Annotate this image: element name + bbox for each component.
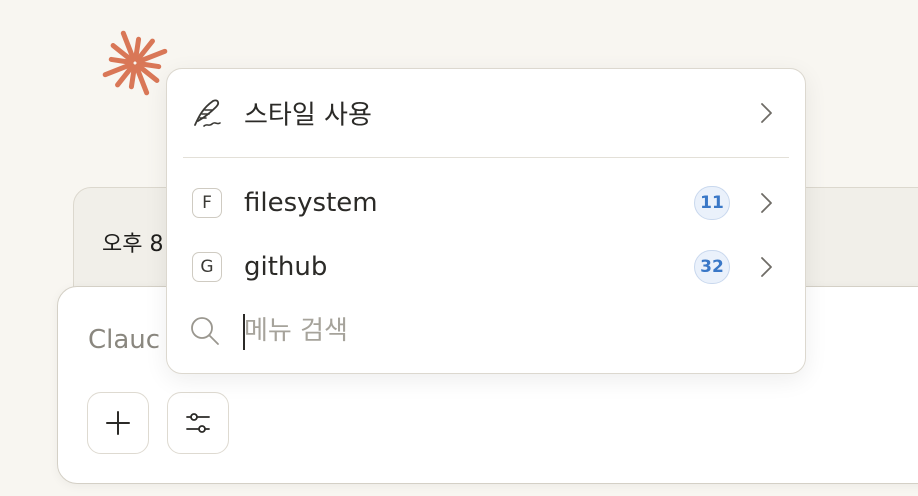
tool-count-badge: 32: [694, 250, 730, 284]
claude-logo-icon: [102, 30, 168, 96]
text-caret: [243, 314, 245, 350]
search-icon: [191, 317, 219, 345]
chevron-right-icon: [761, 257, 772, 277]
connector-letter-icon: F: [192, 188, 222, 218]
menu-item-filesystem[interactable]: F filesystem 11: [167, 175, 805, 231]
menu-item-label: github: [244, 252, 328, 282]
tool-count-badge: 11: [694, 186, 730, 220]
add-button[interactable]: [87, 392, 149, 454]
options-button[interactable]: [167, 392, 229, 454]
composer-placeholder: Clauc: [88, 325, 161, 355]
sliders-icon: [186, 413, 210, 433]
plus-icon: [106, 411, 130, 435]
chevron-right-icon: [761, 103, 772, 123]
connector-letter-icon: G: [192, 252, 222, 282]
tools-dropdown-menu: 스타일 사용 F filesystem 11 G github 32: [166, 68, 806, 374]
menu-divider: [183, 157, 789, 158]
menu-item-use-style[interactable]: 스타일 사용: [167, 85, 805, 141]
quill-icon: [194, 99, 221, 127]
menu-search-input[interactable]: [244, 311, 764, 351]
chevron-right-icon: [761, 193, 772, 213]
menu-item-github[interactable]: G github 32: [167, 239, 805, 295]
notice-text: 오후 8: [102, 232, 164, 257]
menu-item-label: 스타일 사용: [244, 100, 372, 131]
menu-item-label: filesystem: [244, 188, 378, 218]
menu-search: [167, 303, 805, 359]
